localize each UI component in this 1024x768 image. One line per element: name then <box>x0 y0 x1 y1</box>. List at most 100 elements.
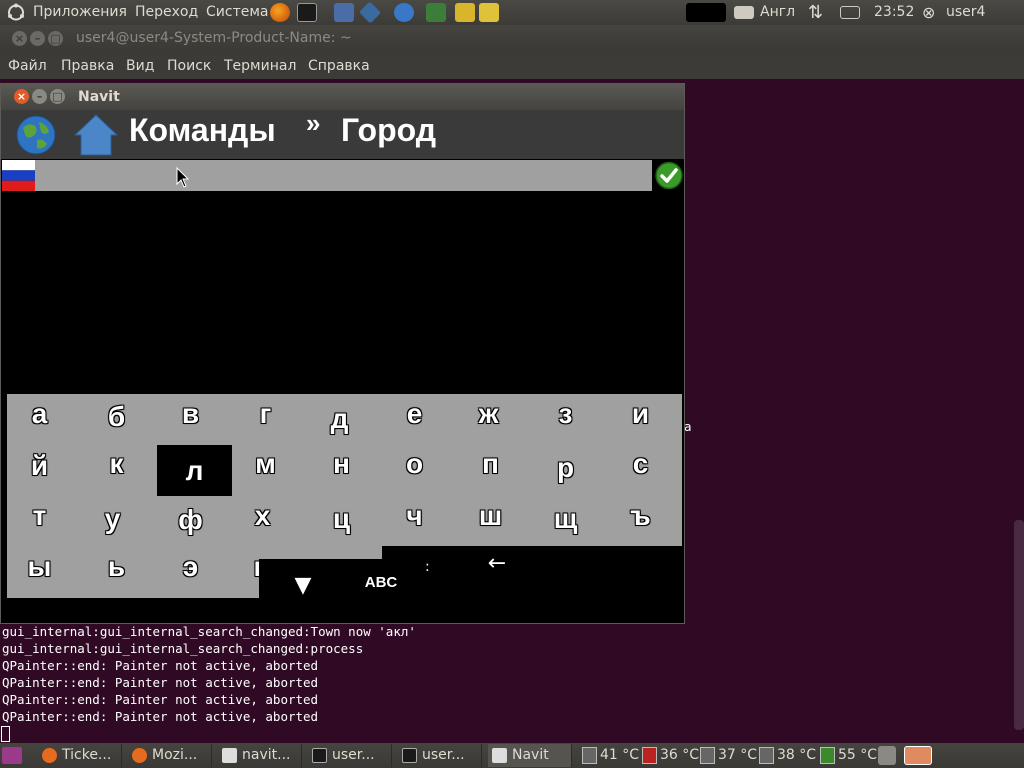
taskbar-item[interactable]: user... <box>308 744 392 767</box>
minimize-icon[interactable]: – <box>30 31 45 46</box>
clock[interactable]: 23:52 <box>874 0 914 25</box>
system-menu[interactable]: Система <box>206 0 268 25</box>
lock-icon[interactable] <box>455 3 475 22</box>
key-zhe[interactable]: ж <box>451 388 526 439</box>
navit-header: Команды » Город <box>1 108 684 161</box>
russia-flag-icon[interactable] <box>2 160 35 191</box>
key-hard-sign[interactable]: ъ <box>603 490 678 541</box>
key-ge[interactable]: г <box>228 388 303 439</box>
show-desktop-icon[interactable] <box>2 747 22 764</box>
minimize-icon[interactable]: – <box>32 89 47 104</box>
search-bar <box>1 159 684 192</box>
key-che[interactable]: ч <box>377 490 452 541</box>
key-yery[interactable]: ы <box>2 541 77 592</box>
places-menu[interactable]: Переход <box>135 0 198 25</box>
key-ze[interactable]: з <box>528 388 603 439</box>
cpu-temp[interactable]: 37 °C <box>698 744 757 767</box>
key-ve[interactable]: в <box>153 388 228 439</box>
firefox-icon <box>42 748 57 763</box>
key-ef[interactable]: ф <box>153 494 228 545</box>
taskbar-item[interactable]: Ticke... <box>38 744 122 767</box>
key-el-selected[interactable]: л <box>157 445 232 496</box>
key-ka[interactable]: к <box>79 438 154 489</box>
keyboard-layout[interactable]: Англ <box>760 0 795 25</box>
key-de[interactable]: д <box>302 393 377 444</box>
workspace-switcher[interactable] <box>904 746 932 765</box>
top-panel: Приложения Переход Система Англ ⇅ 23:52 … <box>0 0 1024 25</box>
taskbar-item-label: Mozi... <box>152 747 198 763</box>
key-u[interactable]: у <box>75 493 150 544</box>
home-icon[interactable] <box>73 113 119 161</box>
globe-icon[interactable] <box>15 114 57 160</box>
taskbar-item-label: Navit <box>512 747 549 763</box>
terminal-launcher-icon[interactable] <box>297 3 317 22</box>
key-es[interactable]: с <box>603 438 678 489</box>
cpu-temp[interactable]: 36 °C <box>640 744 699 767</box>
menu-file[interactable]: Файл <box>8 58 47 74</box>
key-colon[interactable]: : <box>425 559 435 579</box>
breadcrumb-commands[interactable]: Команды <box>129 112 276 149</box>
maximize-icon[interactable]: □ <box>50 89 65 104</box>
tank-game-icon[interactable] <box>426 3 446 22</box>
key-em[interactable]: м <box>228 438 303 489</box>
breadcrumb-town: Город <box>341 112 437 148</box>
cpu-temp[interactable]: 41 °C <box>580 744 639 767</box>
key-en[interactable]: н <box>304 438 379 489</box>
town-search-input[interactable] <box>35 160 652 191</box>
close-icon[interactable]: × <box>12 31 27 46</box>
menu-help[interactable]: Справка <box>308 58 370 74</box>
key-te[interactable]: т <box>2 490 77 541</box>
taskbar-item[interactable]: user... <box>398 744 482 767</box>
terminal-scrollbar[interactable] <box>1014 520 1024 730</box>
thermometer-icon <box>582 747 597 764</box>
results-list[interactable] <box>1 192 684 394</box>
navit-titlebar[interactable]: × – □ Navit <box>1 84 684 110</box>
firefox-icon[interactable] <box>270 3 290 22</box>
mail-icon[interactable] <box>840 6 860 19</box>
key-pe[interactable]: п <box>453 438 528 489</box>
key-er[interactable]: р <box>528 442 603 493</box>
taskbar-item[interactable]: Mozi... <box>128 744 212 767</box>
cpu-temp[interactable]: 38 °C <box>757 744 816 767</box>
gpu-temp[interactable]: 55 °C <box>818 744 877 767</box>
thunderbird-icon[interactable] <box>394 3 414 22</box>
close-icon[interactable]: × <box>14 89 29 104</box>
unlock-icon[interactable] <box>479 3 499 22</box>
system-monitor-graph[interactable] <box>686 3 726 22</box>
taskbar-item-active[interactable]: Navit <box>488 744 572 767</box>
applications-menu[interactable]: Приложения <box>33 0 127 25</box>
key-tse[interactable]: ц <box>304 493 379 544</box>
trash-icon[interactable] <box>878 746 896 765</box>
ok-button[interactable] <box>654 160 684 191</box>
virtualbox-icon[interactable] <box>358 1 382 24</box>
key-kha[interactable]: х <box>225 490 300 541</box>
key-i[interactable]: и <box>603 388 678 439</box>
key-o[interactable]: о <box>377 438 452 489</box>
key-ye[interactable]: е <box>377 388 452 439</box>
key-shcha[interactable]: щ <box>528 493 603 544</box>
terminal-titlebar[interactable]: × – □ user4@user4-System-Product-Name: ~ <box>0 25 1024 53</box>
key-sha[interactable]: ш <box>453 490 528 541</box>
menu-terminal[interactable]: Терминал <box>224 58 296 74</box>
backspace-button[interactable]: ← <box>479 549 515 579</box>
hide-keyboard-button[interactable]: ▼ <box>286 573 320 603</box>
user-name[interactable]: user4 <box>946 0 985 25</box>
terminal-menubar: Файл Правка Вид Поиск Терминал Справка <box>0 53 1024 79</box>
network-icon[interactable]: ⇅ <box>808 0 823 25</box>
key-soft-sign[interactable]: ь <box>79 541 154 592</box>
maximize-icon[interactable]: □ <box>48 31 63 46</box>
calculator-icon[interactable] <box>334 3 354 22</box>
key-e[interactable]: э <box>153 541 228 592</box>
keyboard-mode-button[interactable]: ABC <box>356 574 406 598</box>
taskbar-item-label: user... <box>332 747 375 763</box>
ubuntu-logo-icon[interactable] <box>6 0 26 25</box>
key-be[interactable]: б <box>79 391 154 442</box>
terminal-line: gui_internal:gui_internal_search_changed… <box>2 624 416 639</box>
key-short-i[interactable]: й <box>2 440 77 491</box>
menu-edit[interactable]: Правка <box>61 58 114 74</box>
menu-view[interactable]: Вид <box>126 58 154 74</box>
session-icon[interactable]: ⊗ <box>922 0 935 25</box>
menu-search[interactable]: Поиск <box>167 58 211 74</box>
taskbar-item[interactable]: navit... <box>218 744 302 767</box>
key-a[interactable]: а <box>2 388 77 439</box>
